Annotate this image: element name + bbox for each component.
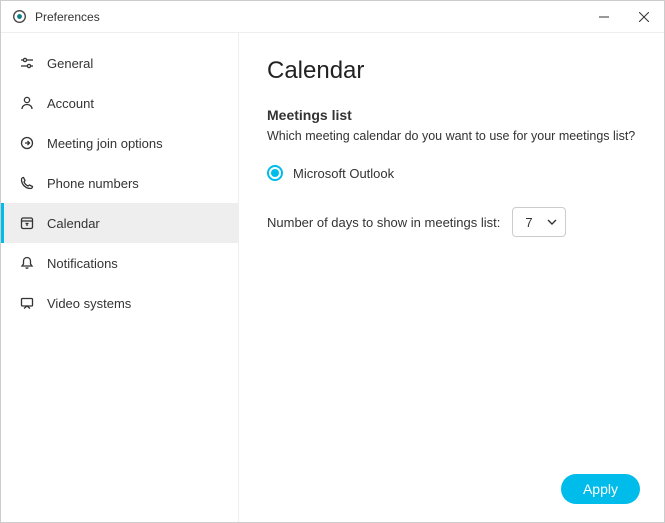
days-select[interactable]: 7 — [512, 207, 566, 237]
page-title: Calendar — [267, 57, 636, 85]
radio-icon — [267, 165, 283, 181]
minimize-button[interactable] — [584, 1, 624, 33]
days-label: Number of days to show in meetings list: — [267, 215, 500, 230]
app-icon — [11, 9, 27, 25]
sidebar-item-label: Phone numbers — [47, 176, 139, 191]
footer: Apply — [561, 474, 640, 504]
days-value: 7 — [525, 215, 532, 230]
sidebar-item-calendar[interactable]: Calendar — [1, 203, 238, 243]
person-icon — [19, 95, 35, 111]
calendar-icon — [19, 215, 35, 231]
arrow-circle-icon — [19, 135, 35, 151]
titlebar: Preferences — [1, 1, 664, 33]
radio-label: Microsoft Outlook — [293, 166, 394, 181]
radio-microsoft-outlook[interactable]: Microsoft Outlook — [267, 165, 636, 181]
close-button[interactable] — [624, 1, 664, 33]
days-field-row: Number of days to show in meetings list:… — [267, 207, 636, 237]
sidebar-item-general[interactable]: General — [1, 43, 238, 83]
sidebar-item-phone[interactable]: Phone numbers — [1, 163, 238, 203]
chevron-down-icon — [547, 219, 557, 225]
sidebar-item-label: Account — [47, 96, 94, 111]
sidebar-item-video-systems[interactable]: Video systems — [1, 283, 238, 323]
sidebar-item-label: Notifications — [47, 256, 118, 271]
sidebar-item-label: Video systems — [47, 296, 131, 311]
sidebar-item-label: Calendar — [47, 216, 100, 231]
video-system-icon — [19, 295, 35, 311]
window-controls — [584, 1, 664, 33]
sidebar: General Account Meeting join options — [1, 33, 239, 522]
sliders-icon — [19, 55, 35, 71]
phone-icon — [19, 175, 35, 191]
sidebar-item-notifications[interactable]: Notifications — [1, 243, 238, 283]
section-title: Meetings list — [267, 107, 636, 123]
sidebar-item-label: General — [47, 56, 93, 71]
bell-icon — [19, 255, 35, 271]
sidebar-item-meeting-join[interactable]: Meeting join options — [1, 123, 238, 163]
section-description: Which meeting calendar do you want to us… — [267, 129, 636, 143]
window-title: Preferences — [35, 10, 100, 24]
sidebar-item-label: Meeting join options — [47, 136, 163, 151]
sidebar-item-account[interactable]: Account — [1, 83, 238, 123]
main-panel: Calendar Meetings list Which meeting cal… — [239, 33, 664, 522]
apply-button[interactable]: Apply — [561, 474, 640, 504]
